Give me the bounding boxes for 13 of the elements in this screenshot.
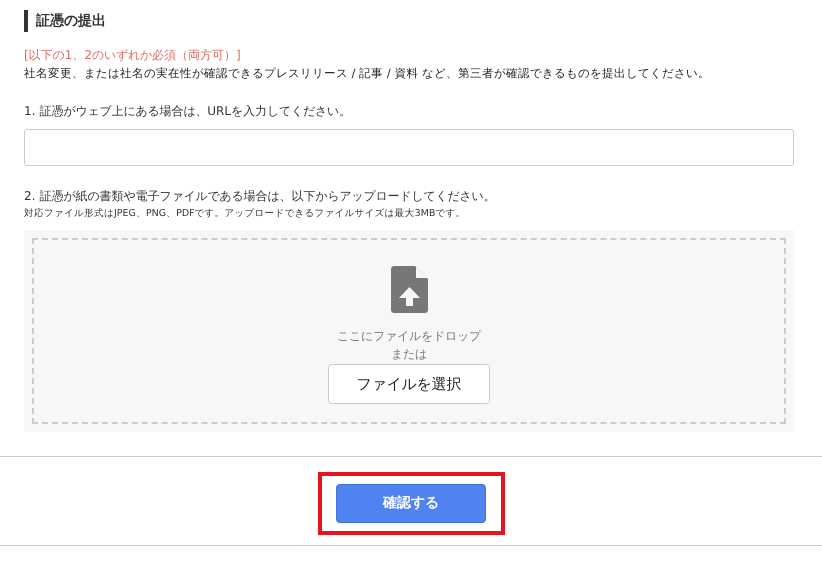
requirement-note: [以下の1、2のいずれか必須（両方可）] xyxy=(24,47,242,64)
drop-zone[interactable]: ここにファイルをドロップ または ファイルを選択 xyxy=(24,230,794,432)
description-text: 社名変更、または社名の実在性が確認できるプレスリリース / 記事 / 資料 など、第三者が確認できるものを提出してください。 xyxy=(24,65,712,82)
url-label: 1. 証憑がウェブ上にある場合は、URLを入力してください。 xyxy=(24,103,352,120)
drop-hint: ここにファイルをドロップ xyxy=(337,328,481,345)
file-upload-icon xyxy=(390,266,428,313)
confirm-button[interactable]: 確認する xyxy=(336,484,486,523)
or-text: または xyxy=(391,346,427,363)
file-format-note: 対応ファイル形式はJPEG、PNG、PDFです。アップロードできるファイルサイズは最大3MBです。 xyxy=(24,207,466,221)
upload-label: 2. 証憑が紙の書類や電子ファイルである場合は、以下からアップロードしてください。 xyxy=(24,188,496,205)
select-file-button[interactable]: ファイルを選択 xyxy=(328,364,490,404)
section-title: 証憑の提出 xyxy=(36,12,106,30)
url-input-field[interactable] xyxy=(24,129,794,166)
